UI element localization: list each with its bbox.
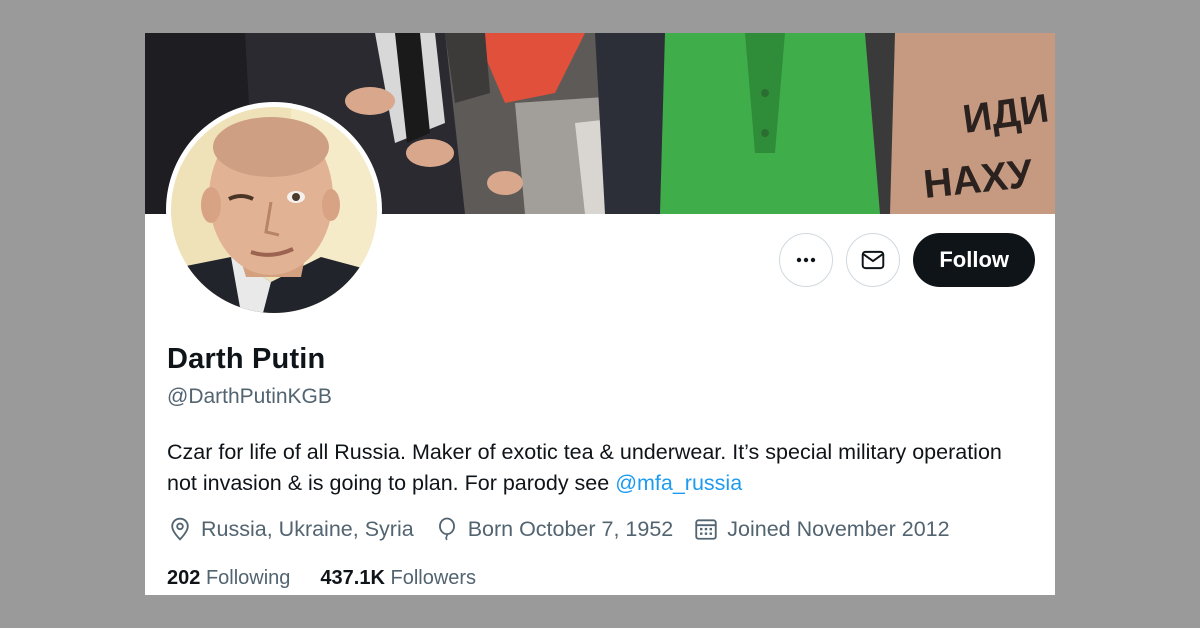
born-item: Born October 7, 1952 (434, 516, 674, 542)
profile-handle: @DarthPutinKGB (167, 385, 332, 408)
followers-count: 437.1K (320, 567, 385, 589)
profile-meta: Russia, Ukraine, Syria Born October 7, 1… (167, 516, 970, 542)
followers-label: Followers (390, 567, 477, 589)
more-button[interactable] (779, 233, 834, 287)
avatar-photo (171, 107, 377, 313)
following-link[interactable]: 202 Following (167, 567, 290, 590)
balloon-icon (438, 517, 455, 541)
more-icon (797, 257, 816, 263)
calendar-icon (695, 519, 717, 540)
profile-name: Darth Putin (167, 343, 326, 375)
bio-mention-link[interactable]: @mfa_russia (615, 471, 742, 495)
location-item: Russia, Ukraine, Syria (167, 516, 414, 542)
joined-text: Joined November 2012 (727, 516, 950, 541)
profile-bio: Czar for life of all Russia. Maker of ex… (167, 437, 1027, 499)
profile-stats: 202 Following 437.1K Followers (167, 567, 506, 590)
following-label: Following (205, 567, 291, 589)
bio-text: Czar for life of all Russia. Maker of ex… (167, 440, 1002, 495)
envelope-icon (862, 250, 885, 270)
following-count: 202 (167, 567, 201, 589)
location-text: Russia, Ukraine, Syria (201, 516, 414, 541)
follow-button[interactable]: Follow (913, 233, 1035, 287)
profile-avatar[interactable] (166, 102, 382, 318)
message-button[interactable] (846, 233, 901, 287)
followers-link[interactable]: 437.1K Followers (320, 567, 476, 590)
joined-item: Joined November 2012 (693, 516, 950, 542)
profile-actions: Follow (779, 233, 1035, 287)
profile-card: ИДИ НАХУ Follow Darth Putin @DarthPutinK… (145, 33, 1055, 595)
born-text: Born October 7, 1952 (467, 516, 674, 541)
location-pin-icon (171, 517, 189, 541)
